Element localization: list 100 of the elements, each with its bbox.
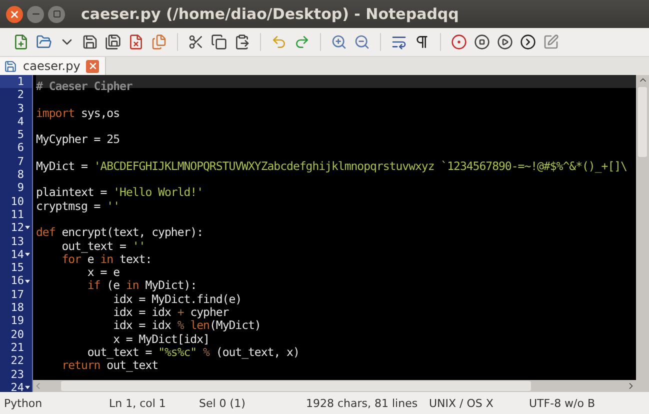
line-number: 24 [10, 380, 24, 394]
code-line: import sys,os [36, 106, 120, 120]
fast-forward-button[interactable] [519, 33, 537, 51]
save-all-button[interactable] [104, 33, 122, 51]
line-number: 8 [17, 168, 24, 182]
cut-icon [188, 34, 204, 50]
copy-button[interactable] [210, 33, 228, 51]
code-line: x = MyDict[idx] [112, 332, 210, 346]
code-line: x = e [86, 265, 120, 280]
code-line: plaintext = 'Hello World!' [36, 185, 204, 200]
line-number: 3 [17, 102, 24, 115]
fold-icon[interactable] [25, 225, 30, 230]
line-number: 17 [10, 288, 24, 302]
status-text: UTF-8 w/o B [529, 396, 596, 410]
close-file-button[interactable] [127, 33, 145, 51]
code-line: MyCypher = 25 [36, 132, 120, 146]
save-icon [82, 34, 98, 50]
file-tab[interactable]: caeser.py [0, 57, 106, 75]
undo-icon [271, 34, 287, 50]
zoom-out-icon [354, 34, 370, 50]
line-number: 15 [10, 261, 24, 274]
line-number: 4 [17, 114, 24, 128]
fold-icon[interactable] [25, 384, 30, 390]
tab-label: caeser.py [23, 59, 80, 73]
save-button[interactable] [81, 33, 99, 51]
redo-icon [294, 34, 310, 50]
zoom-in-button[interactable] [330, 33, 348, 51]
redo-button[interactable] [293, 33, 311, 51]
line-number: 18 [10, 301, 24, 314]
line-number: 6 [17, 141, 24, 155]
edit-button[interactable] [542, 33, 560, 51]
fold-icon[interactable] [25, 252, 30, 257]
window-title: caeser.py (/home/diao/Desktop) - Notepadqq [81, 5, 459, 23]
copy-icon [211, 34, 227, 50]
scrollbar-thumb[interactable] [61, 381, 531, 391]
code-line: # Caeser Cipher [36, 79, 132, 93]
line-number: 20 [10, 328, 24, 341]
zoom-out-button[interactable] [353, 33, 371, 51]
maximize-button[interactable] [48, 6, 65, 22]
line-number: 10 [10, 194, 24, 208]
status-text: Sel 0 (1) [199, 396, 246, 410]
line-number: 19 [10, 314, 24, 328]
paste-button[interactable] [233, 33, 251, 51]
line-number: 1 [17, 75, 24, 88]
paste-icon [234, 34, 250, 50]
play-icon [497, 34, 513, 50]
save-icon [4, 60, 17, 72]
files-icon [151, 34, 167, 50]
status-text: UNIX / OS X [429, 396, 494, 410]
status-text: 1928 chars, 81 lines [306, 396, 419, 410]
record-icon [451, 34, 467, 50]
code-line: idx = idx % len(MyDict) [112, 318, 261, 332]
line-number: 16 [10, 274, 24, 288]
line-number: 9 [17, 181, 24, 195]
close-button[interactable] [6, 6, 23, 22]
edit-icon [543, 34, 559, 50]
scrollbar-thumb[interactable] [638, 87, 647, 157]
fold-icon[interactable] [25, 278, 30, 284]
files-button[interactable] [150, 33, 168, 51]
code-line: idx = MyDict.find(e) [112, 292, 242, 306]
new-file-button[interactable] [12, 33, 30, 51]
line-number: 13 [10, 234, 24, 248]
save-all-icon [105, 34, 121, 50]
line-number: 12 [10, 221, 24, 235]
line-number: 2 [17, 88, 24, 102]
vertical-scrollbar[interactable] [636, 75, 649, 392]
code-line: idx = idx + cypher [112, 305, 229, 320]
record-button[interactable] [450, 33, 468, 51]
code-line: cryptmsg = '' [36, 198, 120, 213]
play-button[interactable] [496, 33, 514, 51]
code-line: MyDict = 'ABCDEFGHIJKLMNOPQRSTUVWXYZabcdefghijklmnopqrstuvwxyz `1234567890-=~!@#$%^&*()_+[]\ [36, 158, 627, 173]
status-text: Python [4, 396, 44, 410]
close-tab-button[interactable] [86, 60, 100, 72]
code-line: out_text = "%s%c" % (out_text, x) [86, 344, 300, 359]
pilcrow-icon [414, 34, 430, 50]
maximize-icon [52, 10, 60, 18]
line-number: 5 [17, 128, 24, 142]
stop-button[interactable] [473, 33, 491, 51]
stop-icon [474, 34, 490, 50]
new-file-icon [13, 34, 29, 50]
status-text: Ln 1, col 1 [109, 396, 167, 410]
line-number: 7 [17, 154, 24, 168]
horizontal-scrollbar[interactable] [33, 380, 636, 392]
line-number: 14 [10, 248, 24, 262]
code-line: for e in text: [60, 252, 152, 266]
code-line: return out_text [60, 358, 158, 372]
line-number: 21 [10, 340, 24, 354]
zoom-in-icon [331, 34, 347, 50]
code-line: if (e in MyDict): [86, 278, 197, 292]
code-line: out_text = '' [60, 238, 146, 253]
code-line: def encrypt(text, cypher): [36, 225, 204, 240]
wrap-icon [391, 34, 407, 50]
line-number: 11 [10, 208, 24, 222]
cut-button[interactable] [187, 33, 205, 51]
open-folder-icon [36, 34, 52, 50]
close-file-icon [128, 34, 144, 50]
close-icon [9, 8, 20, 20]
open-folder-button[interactable] [35, 33, 53, 51]
close-icon [88, 61, 98, 71]
fast-forward-icon [520, 34, 536, 50]
